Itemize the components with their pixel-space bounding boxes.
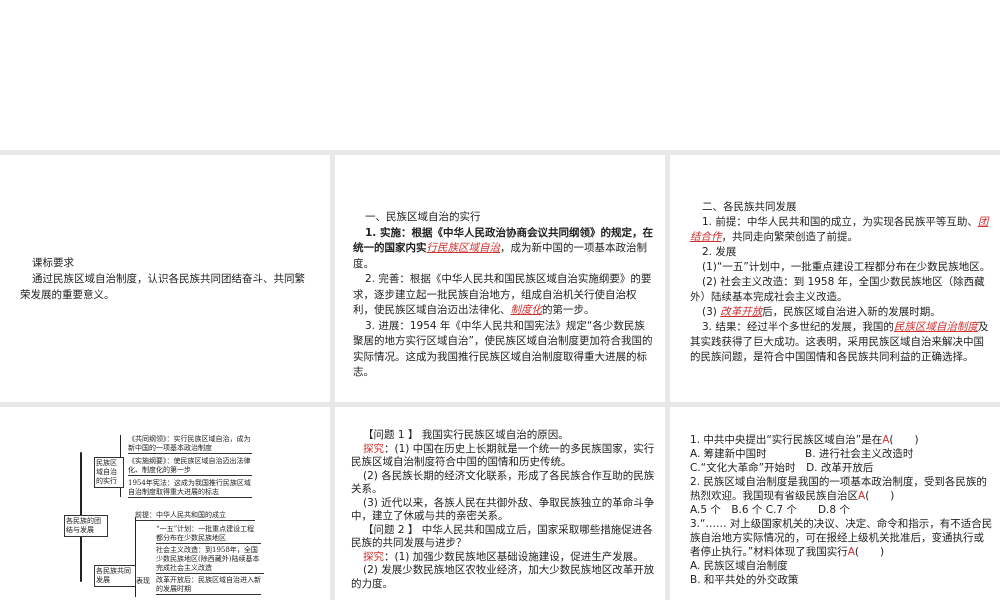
question-1: 【问题 1 】 我国实行民族区域自治的原因。 — [363, 429, 569, 441]
exercise-1: 1. 中共中央提出“实行民族区域自治”是在A( ) — [690, 434, 919, 446]
heading: 课标要求 — [32, 257, 74, 269]
slide-grid: 课标要求 通过民族区域自治制度，认识各民族共同团结奋斗、共同繁荣发展的重要意义。… — [0, 150, 1000, 600]
mindmap-leaf: 前提：中华人民共和国的成立 — [135, 511, 255, 521]
body: 通过民族区域自治制度，认识各民族共同团结奋斗、共同繁荣发展的重要意义。 — [20, 273, 305, 301]
slide-course-requirements[interactable]: 课标要求 通过民族区域自治制度，认识各民族共同团结奋斗、共同繁荣发展的重要意义。 — [0, 155, 330, 402]
mindmap-label: 表现 — [136, 577, 150, 585]
option[interactable]: A. 民族区域自治制度 — [690, 559, 994, 573]
point-1: 1. 前提：中华人民共和国的成立，为实现各民族平等互助、团结合作，共同走向繁荣创… — [690, 216, 989, 243]
slide-autonomy-implementation[interactable]: 一、民族区域自治的实行 1. 实施：根据《中华人民政治协商会议共同纲领》的规定，… — [335, 155, 665, 402]
point-3: 3. 进展：1954 年《中华人民共和国宪法》规定“各少数民族聚居的地方实行区域… — [353, 319, 653, 379]
answer-1: 探究：(1) 中国在历史上长期就是一个统一的多民族国家，实行民族区域自治制度符合… — [351, 442, 655, 469]
option[interactable]: B. 进行社会主义改造时 — [805, 448, 913, 460]
point-3: 3. 结果：经过半个多世纪的发展，我国的民族区域自治制度及其实践获得了巨大成功。… — [690, 321, 989, 363]
point-2: 2. 完善：根据《中华人民共和国民族区域自治实施纲要》的要求，逐步建立起一批民族… — [353, 273, 652, 316]
option[interactable]: C.“文化大革命”开始时 — [690, 462, 796, 474]
mindmap-leaf: 改革开放后：民族区域自治进入新的发展时期 — [156, 576, 261, 595]
option[interactable]: A. 筹建新中国时 — [690, 447, 805, 461]
mindmap-leaf: 《实施纲要》：使民族区域自治迈出法律化、制度化的第一步 — [128, 457, 252, 476]
mindmap-leaf: 《共同纲领》：实行民族区域自治，成为新中国的一项基本政治制度 — [128, 435, 252, 454]
mindmap-branch-2: 各民族共同发展 — [94, 565, 136, 587]
answer-1-3: (3) 近代以来，各族人民在共御外敌、争取民族独立的革命斗争中，建立了休戚与共的… — [351, 496, 655, 523]
blank-top-area — [0, 0, 1000, 150]
heading: 一、民族区域自治的实行 — [365, 211, 481, 223]
point-2-3: (3) 改革开放后，民族区域自治进入新的发展时期。 — [702, 306, 941, 318]
answer-2: 探究：(1) 加强少数民族地区基础设施建设，促进生产发展。 — [363, 550, 644, 563]
mindmap-root: 各民族的团结与发展 — [64, 515, 108, 537]
answer-1-2: (2) 各民族长期的经济文化联系，形成了各民族合作互助的民族关系。 — [351, 469, 655, 496]
slide-mind-map[interactable]: 各民族的团结与发展 民族区域自治的实行 各民族共同发展 《共同纲领》：实行民族区… — [0, 407, 330, 600]
point-2: 2. 发展 — [702, 246, 737, 258]
mindmap-branch-1: 民族区域自治的实行 — [94, 457, 124, 488]
answer-2-2: (2) 发展少数民族地区农牧业经济，加大少数民族地区改革开放的力度。 — [351, 564, 655, 590]
point-1: 1. 实施：根据《中华人民政治协商会议共同纲领》的规定，在统一的国家内实行民族区… — [353, 226, 653, 270]
option[interactable]: B. 和平共处的外交政策 — [690, 573, 994, 587]
slide-common-development[interactable]: 二、各民族共同发展 1. 前提：中华人民共和国的成立，为实现各民族平等互助、团结… — [670, 155, 1000, 402]
mindmap-leaf: 社会主义改造：到1958年，全国少数民族地区(除西藏外)陆续基本完成社会主义改造 — [156, 546, 264, 574]
mindmap-leaf: “一五”计划：一批重点建设工程都分布在少数民族地区 — [156, 525, 261, 544]
exercise-2: 2. 民族区域自治制度是我国的一项基本政治制度，受到各民族的热烈欢迎。我国现有省… — [690, 476, 987, 502]
question-2: 【问题 2 】 中华人民共和国成立后，国家采取哪些措施促进各民族的共同发展与进步… — [351, 523, 653, 550]
point-2-1: (1)“一五”计划中，一批重点建设工程都分布在少数民族地区。 — [702, 261, 991, 273]
exercise-3: 3.“…… 对上级国家机关的决议、决定、命令和指示，有不适合民族自治地方实际情况… — [690, 518, 993, 558]
heading: 二、各民族共同发展 — [702, 201, 797, 213]
option[interactable]: D. 改革开放后 — [806, 462, 873, 474]
slide-questions-explore[interactable]: 【问题 1 】 我国实行民族区域自治的原因。 探究：(1) 中国在历史上长期就是… — [335, 407, 665, 600]
mindmap-leaf: 1954年宪法：这成为我国推行民族区域自治制度取得重大进展的标志 — [128, 479, 252, 498]
point-2-2: (2) 社会主义改造：到 1958 年，全国少数民族地区（除西藏外）陆续基本完成… — [690, 276, 985, 303]
options[interactable]: A.5 个 B.6 个 C.7 个 D.8 个 — [690, 503, 994, 517]
slide-exercises[interactable]: 1. 中共中央提出“实行民族区域自治”是在A( ) A. 筹建新中国时 B. 进行… — [670, 407, 1000, 600]
